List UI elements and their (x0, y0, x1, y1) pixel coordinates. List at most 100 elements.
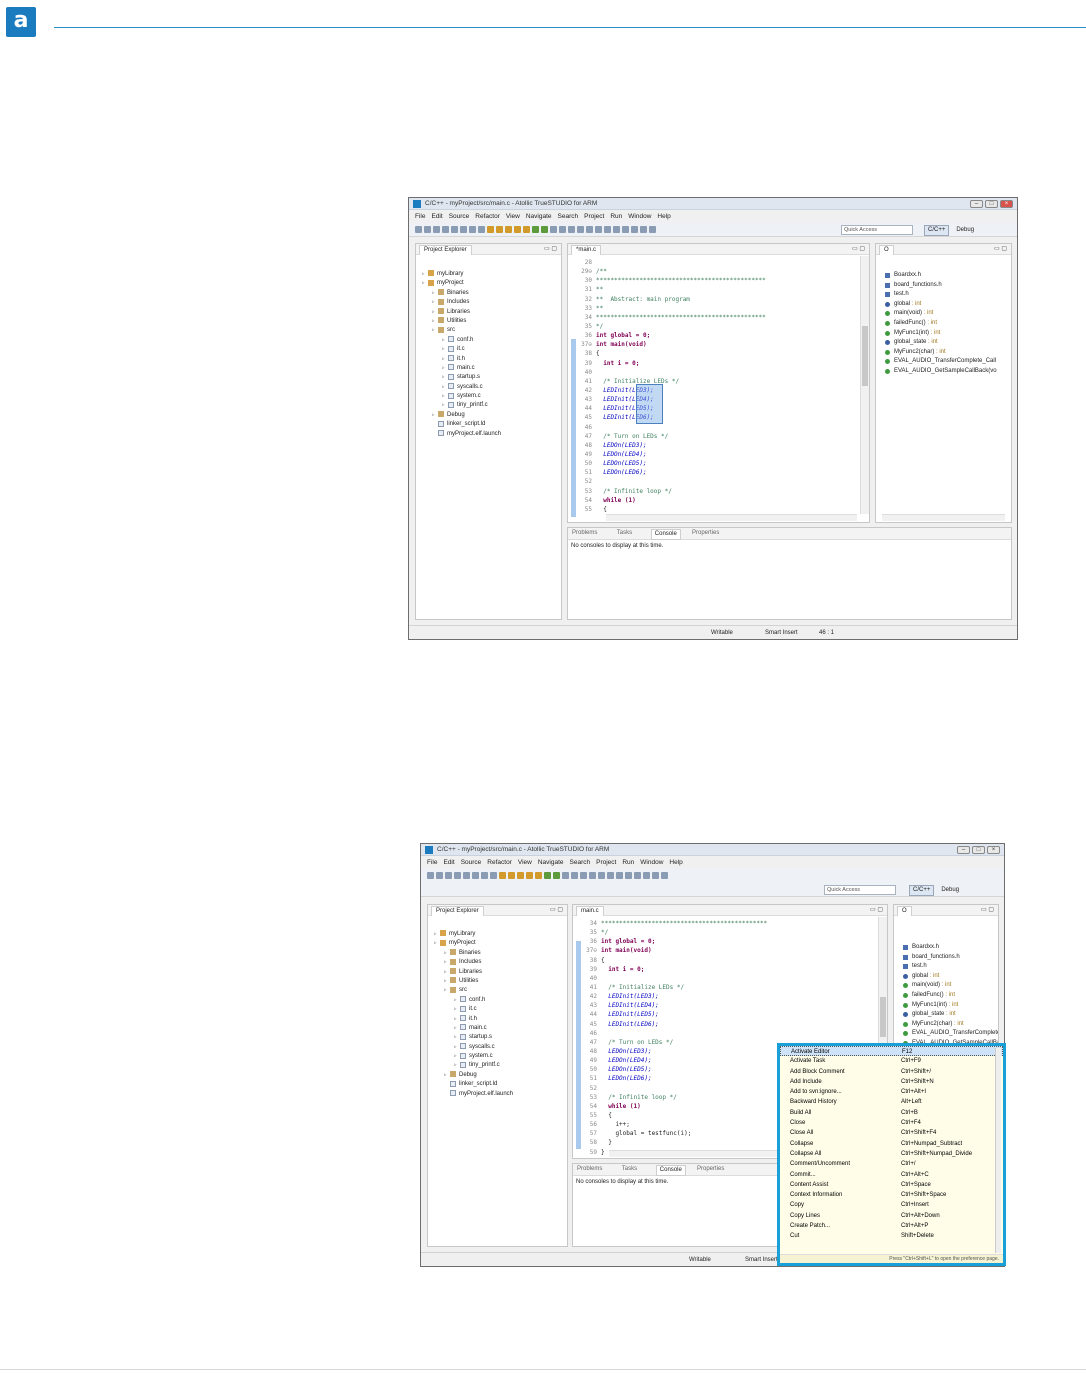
code-line[interactable]: 50 LEDOn(LED5); (574, 459, 859, 468)
menu-help[interactable]: Help (669, 857, 682, 868)
outline-item[interactable]: EVAL_AUDIO_TransferComplete_Call (876, 357, 1011, 367)
tab-console[interactable]: Console (655, 1165, 686, 1176)
outline-item[interactable]: failedFunc() : int (876, 319, 1011, 329)
outline-item[interactable]: Boardxx.h (894, 943, 998, 953)
toolbar-icon[interactable] (424, 226, 431, 233)
tree-item[interactable]: ▹ startup.s (428, 1033, 567, 1042)
toolbar-icon[interactable] (634, 872, 641, 879)
code-line[interactable]: 54 while (1) (574, 496, 859, 505)
close-button[interactable]: × (987, 846, 1000, 854)
toolbar-icon[interactable] (487, 226, 494, 233)
menu-window[interactable]: Window (640, 857, 663, 868)
key-assist-row[interactable]: Add Block Comment Ctrl+Shift+/ (780, 1067, 1003, 1077)
menu-help[interactable]: Help (657, 211, 670, 222)
menu-project[interactable]: Project (584, 211, 604, 222)
toolbar-icon[interactable] (661, 872, 668, 879)
outline-item[interactable]: MyFunc1(int) : int (876, 329, 1011, 339)
menu-run[interactable]: Run (622, 857, 634, 868)
tree-item[interactable]: ▹ it.c (428, 1005, 567, 1014)
toolbar-icon[interactable] (469, 226, 476, 233)
outline-item[interactable]: test.h (876, 290, 1011, 300)
tab-main-c[interactable]: main.c (576, 906, 604, 916)
tree-item[interactable]: ▹ main.c (428, 1024, 567, 1033)
tree-item[interactable]: ▹ Libraries (428, 967, 567, 977)
outline-item[interactable]: MyFunc2(char) : int (876, 348, 1011, 358)
toolbar-icon[interactable] (604, 226, 611, 233)
tab-main-c[interactable]: *main.c (571, 245, 602, 255)
toolbar-icon[interactable] (472, 872, 479, 879)
menu-source[interactable]: Source (461, 857, 482, 868)
code-line[interactable]: 55 { (574, 505, 859, 514)
menu-navigate[interactable]: Navigate (526, 211, 552, 222)
key-assist-row[interactable]: Copy Lines Ctrl+Alt+Down (780, 1211, 1003, 1221)
tab-project-explorer[interactable]: Project Explorer (419, 245, 472, 255)
popup-scrollbar[interactable] (995, 1048, 1001, 1253)
outline-item[interactable]: board_functions.h (876, 281, 1011, 291)
tab-problems[interactable]: Problems (572, 530, 597, 536)
code-line[interactable]: 39 int i = 0; (579, 965, 877, 974)
tree-item[interactable]: ▹ Includes (416, 298, 561, 307)
outline-item[interactable]: MyFunc2(char) : int (894, 1020, 998, 1030)
toolbar-icon[interactable] (598, 872, 605, 879)
tree-item[interactable]: ▹ syscalls.c (428, 1043, 567, 1052)
toolbar-icon[interactable] (427, 872, 434, 879)
outline-item[interactable]: failedFunc() : int (894, 991, 998, 1001)
code-line[interactable]: 45 LEDInit(LED6); (579, 1020, 877, 1029)
toolbar-icon[interactable] (649, 226, 656, 233)
toolbar-icon[interactable] (481, 872, 488, 879)
outline-item[interactable]: global_state : int (876, 338, 1011, 348)
code-line[interactable]: 28 (574, 258, 859, 267)
toolbar-icon[interactable] (445, 872, 452, 879)
outline-item[interactable]: MyFunc1(int) : int (894, 1001, 998, 1011)
menu-edit[interactable]: Edit (443, 857, 454, 868)
code-line[interactable]: 46 (574, 423, 859, 432)
toolbar-icon[interactable] (553, 872, 560, 879)
perspective-cc-button[interactable]: C/C++ (909, 885, 935, 896)
code-line[interactable]: 34 **************************************… (579, 919, 877, 928)
code-line[interactable]: 45 LEDInit(LED6); (574, 413, 859, 422)
code-line[interactable]: 52 (574, 477, 859, 486)
code-line[interactable]: 34 **************************************… (574, 313, 859, 322)
menu-search[interactable]: Search (558, 211, 579, 222)
key-assist-row[interactable]: Cut Shift+Delete (780, 1231, 1003, 1241)
toolbar-icon[interactable] (586, 226, 593, 233)
toolbar-icon[interactable] (433, 226, 440, 233)
toolbar-icon[interactable] (559, 226, 566, 233)
view-controls[interactable]: ▭ ▢ (994, 245, 1007, 252)
outline-hscrollbar[interactable] (882, 514, 1005, 521)
code-line[interactable]: 37⊖ int main(void) (579, 946, 877, 955)
tree-item[interactable]: ▹ myLibrary (428, 930, 567, 939)
outline-item[interactable]: global : int (876, 300, 1011, 310)
tree-item[interactable]: ▹ Binaries (416, 289, 561, 298)
tree-item[interactable]: ▹ system.c (416, 392, 561, 401)
code-line[interactable]: 41 /* Initialize LEDs */ (574, 377, 859, 386)
code-line[interactable]: 29⊖ /** (574, 267, 859, 276)
tree-item[interactable]: ▹ tiny_printf.c (428, 1061, 567, 1070)
toolbar-icon[interactable] (577, 226, 584, 233)
view-controls[interactable]: ▭ ▢ (981, 906, 994, 913)
tree-item[interactable]: linker_script.ld (428, 1080, 567, 1089)
toolbar-icon[interactable] (541, 226, 548, 233)
tree-item[interactable]: ▹ myLibrary (416, 270, 561, 279)
code-line[interactable]: 44 LEDInit(LED5); (574, 404, 859, 413)
perspective-cc-button[interactable]: C/C++ (924, 225, 950, 236)
tree-item[interactable]: ▹ conf.h (428, 996, 567, 1005)
editor-hscrollbar[interactable] (606, 514, 857, 521)
tree-item[interactable]: ▹ it.h (416, 354, 561, 364)
toolbar-icon[interactable] (442, 226, 449, 233)
code-line[interactable]: 42 LEDInit(LED3); (579, 992, 877, 1001)
code-line[interactable]: 51 LEDOn(LED6); (574, 468, 859, 477)
toolbar-icon[interactable] (580, 872, 587, 879)
menu-refactor[interactable]: Refactor (487, 857, 512, 868)
toolbar-icon[interactable] (415, 226, 422, 233)
tab-outline[interactable]: O (897, 906, 912, 916)
tree-item[interactable]: myProject.elf.launch (428, 1090, 567, 1099)
toolbar-icon[interactable] (508, 872, 515, 879)
key-assist-row[interactable]: Content Assist Ctrl+Space (780, 1180, 1003, 1190)
toolbar-icon[interactable] (652, 872, 659, 879)
quick-access-input[interactable]: Quick Access (824, 885, 896, 895)
outline-item[interactable]: board_functions.h (894, 953, 998, 963)
close-button[interactable]: × (1000, 200, 1013, 208)
toolbar-icon[interactable] (463, 872, 470, 879)
tree-item[interactable]: ▹ it.h (428, 1014, 567, 1024)
